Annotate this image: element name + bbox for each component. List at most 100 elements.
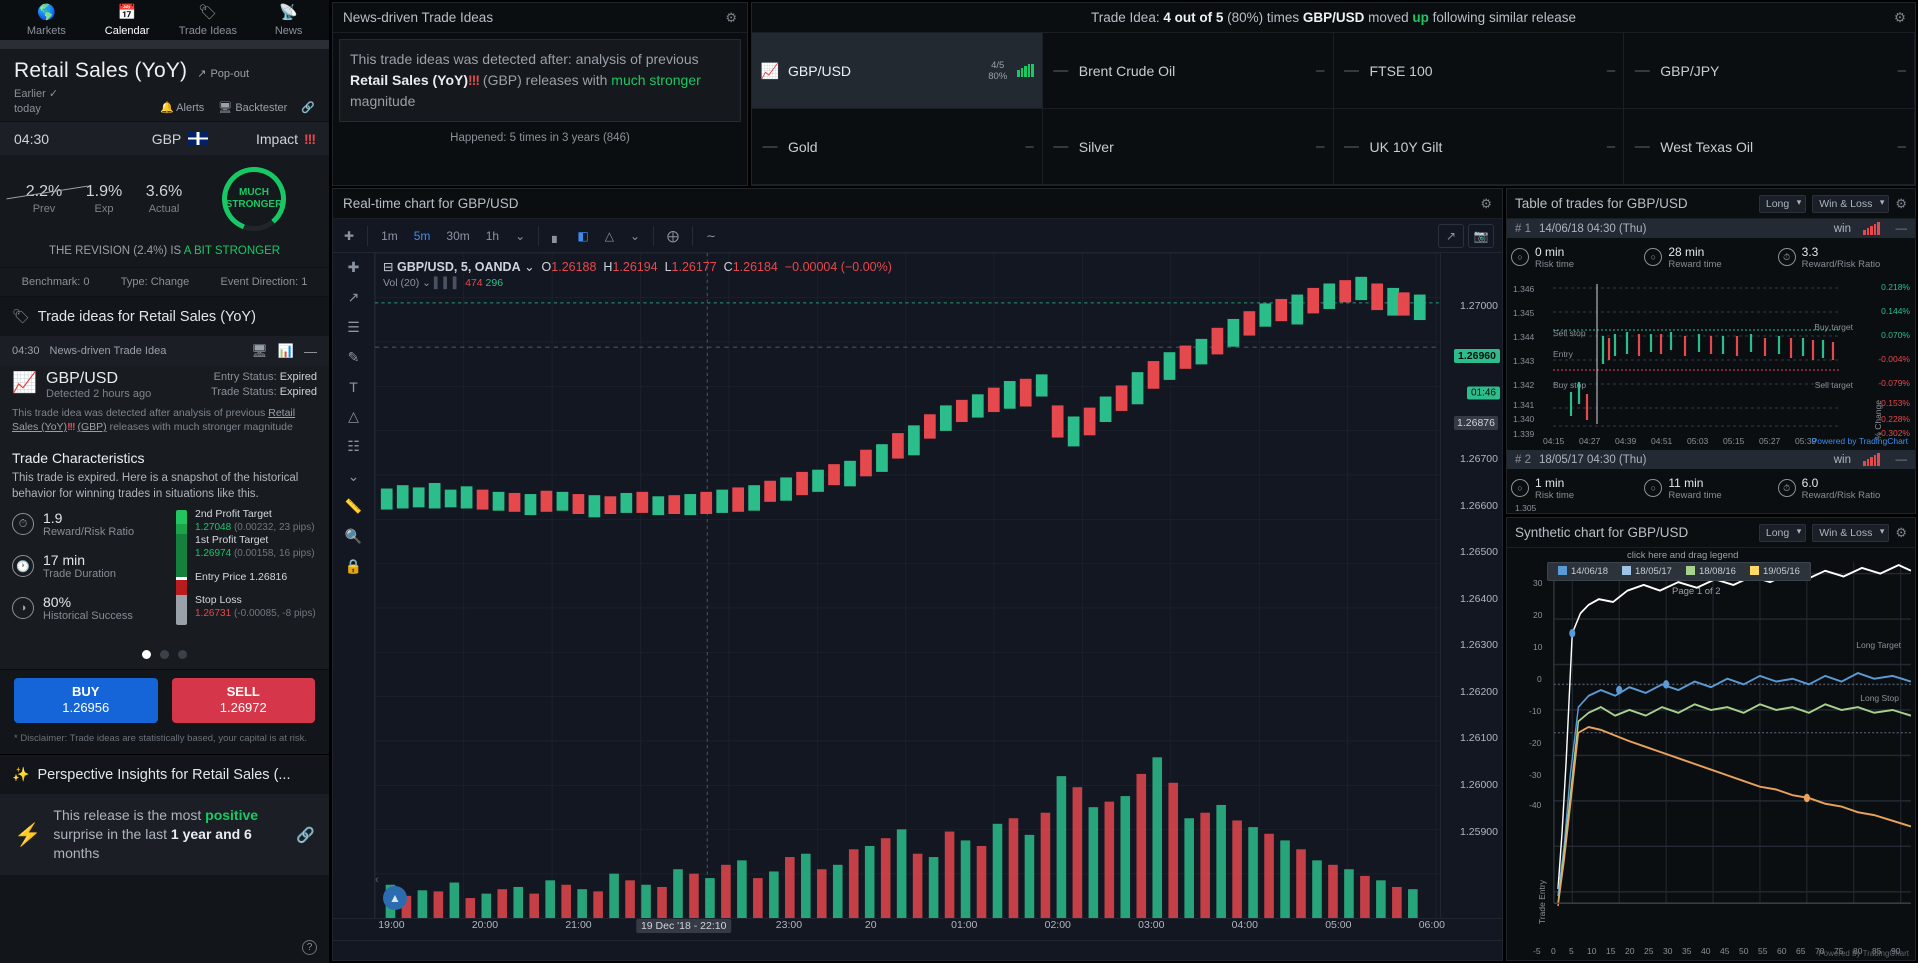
collapse-icon[interactable]: ⊟ — [383, 260, 393, 274]
insight-text: This release is the most positive surpri… — [53, 806, 284, 863]
instrument-cell-ftse-100[interactable]: — FTSE 100 – — [1334, 33, 1625, 109]
metric-select[interactable]: Win & Loss — [1812, 195, 1889, 213]
interval-1h[interactable]: 1h — [479, 225, 506, 247]
interval-30m[interactable]: 30m — [439, 225, 476, 247]
sell-label: SELL — [172, 684, 316, 700]
trendline-icon[interactable]: ↗ — [348, 289, 360, 306]
instrument-cell-west-texas-oil[interactable]: — West Texas Oil – — [1624, 109, 1915, 185]
sell-button[interactable]: SELL 1.26972 — [172, 678, 316, 723]
popout-button[interactable]: ↗ Pop-out — [197, 67, 249, 80]
mini-ytick: 1.340 — [1513, 414, 1534, 424]
clock-icon: ○ — [1644, 248, 1662, 266]
realtime-chart-panel: Real-time chart for GBP/USD ⚙ ✚ 1m 5m 30… — [332, 188, 1503, 961]
trades-list[interactable]: # 1 14/06/18 04:30 (Thu) win — ○ 0 min R… — [1507, 219, 1915, 513]
collapse-icon[interactable]: — — [1896, 223, 1908, 235]
price-tick: 1.26600 — [1460, 500, 1498, 512]
share-icon[interactable]: 🔗 — [296, 826, 315, 844]
dash-icon: — — [1051, 62, 1071, 79]
share-icon[interactable]: 🔗 — [301, 101, 315, 114]
nav-item-trade-ideas[interactable]: 🏷 Trade Ideas — [168, 4, 249, 37]
minimize-icon[interactable]: — — [304, 344, 317, 359]
chevron-down-icon[interactable]: ⌄ — [508, 225, 532, 247]
toolbar-divider — [692, 226, 693, 246]
synth-ytick: -30 — [1529, 770, 1541, 780]
instrument-name: GBP/JPY — [1660, 63, 1889, 79]
fullscreen-icon[interactable]: ↗ — [1438, 224, 1464, 248]
instrument-cell-uk-10y-gilt[interactable]: — UK 10Y Gilt – — [1334, 109, 1625, 185]
legend-swatch — [1622, 566, 1631, 575]
text-icon[interactable]: T — [349, 379, 358, 395]
nav-item-markets[interactable]: 🌎 Markets — [6, 4, 87, 37]
crosshair-icon[interactable]: ✚ — [337, 225, 361, 247]
lock-icon[interactable]: 🔒 — [345, 558, 362, 575]
buy-button[interactable]: BUY 1.26956 — [14, 678, 158, 723]
chevron-down-icon[interactable]: ⌄ — [524, 260, 534, 274]
gear-icon[interactable]: ⚙ — [1480, 196, 1492, 212]
chart-canvas[interactable]: ⊟ GBP/USD, 5, OANDA ⌄ O1.26188 H1.26194 … — [375, 253, 1440, 918]
dash-icon: — — [1632, 62, 1652, 79]
legend-swatch — [1558, 566, 1567, 575]
chevron-down-icon[interactable]: ⌄ — [623, 225, 647, 247]
instrument-name: UK 10Y Gilt — [1370, 139, 1599, 155]
instrument-cell-silver[interactable]: — Silver – — [1043, 109, 1334, 185]
instrument-cell-gbpjpy[interactable]: — GBP/JPY – — [1624, 33, 1915, 109]
gear-icon[interactable]: ⚙ — [725, 10, 737, 26]
pattern-icon[interactable]: △ — [348, 408, 359, 425]
time-highlight-tag: 19 Dec '18 - 22:10 — [636, 919, 731, 933]
ruler-icon[interactable]: 📏 — [345, 498, 362, 515]
nav-item-news[interactable]: 📡 News — [248, 4, 329, 37]
chart-price-axis[interactable]: 1.27000 1.26960 01:46 1.26876 1.26700 1.… — [1440, 253, 1502, 918]
chart-icon[interactable]: 📊 — [278, 343, 294, 359]
event-timeline-row: 04:30 GBP Impact !!! — [0, 121, 329, 155]
news-panel-header: News-driven Trade Ideas ⚙ — [333, 3, 747, 33]
backtester-icon[interactable]: 🖥 — [251, 343, 268, 359]
instrument-cell-brent-crude-oil[interactable]: — Brent Crude Oil – — [1043, 33, 1334, 109]
measure-icon[interactable]: ☷ — [347, 438, 360, 455]
carousel-dot[interactable] — [142, 650, 151, 659]
synth-ytick: 30 — [1533, 578, 1542, 588]
detect-text: This trade idea was detected after analy… — [0, 402, 329, 442]
scroll-left-icon[interactable]: ‹ — [375, 874, 379, 886]
chart-time-axis[interactable]: 19:00 20:00 21:00 19 Dec '18 - 22:10 23:… — [333, 918, 1502, 940]
instrument-cell-gold[interactable]: — Gold – — [752, 109, 1043, 185]
collapse-icon[interactable]: — — [1896, 454, 1908, 466]
direction-select[interactable]: Long — [1759, 195, 1806, 213]
instrument-cell-gbpusd[interactable]: 📈 GBP/USD 4/5 80% — [752, 33, 1043, 109]
fib-icon[interactable]: ☰ — [347, 319, 360, 336]
gear-icon[interactable]: ⚙ — [1895, 196, 1907, 212]
indicator-icon[interactable]: ∼ — [699, 225, 723, 247]
chevron-down-icon[interactable]: ⌄ — [348, 468, 360, 485]
table-row-header[interactable]: # 2 18/05/17 04:30 (Thu) win — — [1507, 450, 1915, 469]
synth-direction-select[interactable]: Long — [1759, 524, 1806, 542]
interval-1m[interactable]: 1m — [374, 225, 405, 247]
mini-ytick: 1.345 — [1513, 308, 1534, 318]
backtester-button[interactable]: 🖥 Backtester — [218, 101, 287, 114]
gear-icon[interactable]: ⚙ — [1894, 10, 1906, 26]
help-icon[interactable]: ? — [302, 940, 317, 955]
alerts-button[interactable]: 🔔 Alerts — [160, 101, 204, 114]
gear-icon[interactable]: ⚙ — [1895, 525, 1907, 541]
camera-icon[interactable]: 📷 — [1468, 224, 1494, 248]
tag-icon: 🏷 — [12, 308, 30, 325]
zoom-icon[interactable]: 🔍 — [345, 528, 362, 545]
toolbar-divider — [367, 226, 368, 246]
synth-metric-select[interactable]: Win & Loss — [1812, 524, 1889, 542]
carousel-dot[interactable] — [160, 650, 169, 659]
chevron-down-icon[interactable]: ⌄ — [422, 277, 431, 289]
chart-logo-badge[interactable]: ▲ — [383, 886, 407, 910]
detect-b: releases with much stronger magnitude — [107, 421, 293, 433]
crosshair-icon[interactable]: ✚ — [348, 259, 360, 276]
brush-icon[interactable]: ✎ — [348, 349, 360, 366]
carousel-dot[interactable] — [178, 650, 187, 659]
synth-legend[interactable]: 14/06/18 18/05/17 18/08/16 19/05/16 — [1547, 562, 1811, 581]
trade-idea-card: 04:30 News-driven Trade Idea 🖥 📊 — 📈 GBP… — [0, 336, 329, 669]
event-subheader: Earlier ✓ today 🔔 Alerts 🖥 Backtester 🔗 — [14, 87, 315, 117]
table-row-header[interactable]: # 1 14/06/18 04:30 (Thu) win — — [1507, 219, 1915, 238]
candle-style-icon[interactable]: ◧ — [570, 225, 595, 247]
synth-chart-body[interactable]: 14/06/18 18/05/17 18/08/16 19/05/16 clic… — [1507, 548, 1915, 960]
bar-style-icon[interactable]: ▖ — [545, 225, 568, 247]
interval-5m[interactable]: 5m — [407, 225, 438, 247]
area-style-icon[interactable]: △ — [598, 225, 621, 247]
plus-circle-icon[interactable]: ⨁ — [660, 225, 686, 247]
nav-item-calendar[interactable]: 📅 Calendar — [87, 4, 168, 37]
